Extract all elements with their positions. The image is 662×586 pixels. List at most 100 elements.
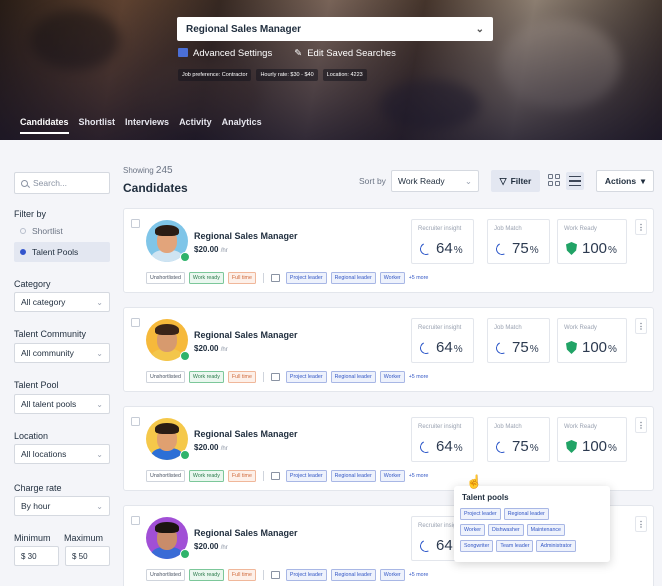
sort-by-label: Sort by — [359, 176, 386, 186]
progress-ring-icon — [494, 438, 510, 455]
more-tags-link[interactable]: +5 more — [409, 374, 429, 380]
image-icon — [270, 274, 280, 282]
pool-tag[interactable]: Administrator — [536, 540, 576, 552]
page-title: Candidates — [123, 181, 188, 195]
metric-unit: % — [608, 244, 617, 256]
actions-button[interactable]: Actions ▾ — [596, 170, 654, 192]
metric-value: 100 — [582, 339, 608, 356]
metric-label: Work Ready — [564, 226, 597, 232]
pool-tag[interactable]: Team leader — [496, 540, 534, 552]
pool-tag[interactable]: Regional leader — [503, 508, 549, 520]
more-tags-link[interactable]: +5 more — [409, 275, 429, 281]
pool-tag[interactable]: Maintenance — [526, 524, 565, 536]
metric-value: 75 — [512, 240, 529, 257]
candidate-card[interactable]: Regional Sales Manager $20.00 /hr Recrui… — [123, 208, 654, 293]
talent-pools-popup: Talent pools Project leader Regional lea… — [454, 486, 610, 562]
candidate-card[interactable]: Regional Sales Manager $20.00 /hr Recrui… — [123, 307, 654, 392]
radio-shortlist[interactable]: Shortlist — [14, 221, 110, 241]
search-icon — [21, 179, 28, 187]
tag-work-ready: Work ready — [188, 272, 224, 284]
tag-full-time: Full time — [227, 272, 256, 284]
tag-work-ready: Work ready — [188, 371, 224, 383]
pool-tag[interactable]: Project leader — [460, 508, 501, 520]
pool-tag[interactable]: Songwriter — [460, 540, 494, 552]
category-select[interactable]: All category ⌄ — [14, 292, 110, 312]
location-select[interactable]: All locations ⌄ — [14, 444, 110, 464]
more-tags-link[interactable]: +5 more — [409, 473, 429, 479]
tag-row: Unshortlisted Work ready Full time Proje… — [146, 272, 428, 284]
edit-saved-searches-link[interactable]: ✎ Edit Saved Searches — [294, 48, 396, 59]
tab-shortlist[interactable]: Shortlist — [79, 117, 116, 134]
metric-label: Recruiter insight — [418, 424, 462, 430]
charge-rate-select[interactable]: By hour ⌄ — [14, 496, 110, 516]
minimum-input[interactable]: $ 30 — [14, 546, 59, 566]
job-select[interactable]: Regional Sales Manager ⌄ — [177, 17, 493, 41]
tag-regional-leader: Regional leader — [330, 470, 376, 482]
metric-unit: % — [453, 442, 463, 454]
recruiter-insight-metric: Recruiter insight 64% — [411, 417, 474, 462]
metric-value: 64 — [436, 537, 453, 554]
more-tags-link[interactable]: +5 more — [409, 572, 429, 578]
chevron-down-icon: ⌄ — [96, 501, 103, 511]
metric-label: Job Match — [494, 325, 522, 331]
maximum-label: Maximum — [64, 533, 104, 543]
sort-value: Work Ready — [398, 176, 445, 186]
tag-row: Unshortlisted Work ready Full time Proje… — [146, 569, 428, 581]
image-icon — [270, 571, 280, 579]
tag-row: Unshortlisted Work ready Full time Proje… — [146, 371, 428, 383]
filter-by-label: Filter by — [14, 209, 47, 219]
radio-talent-pools[interactable]: Talent Pools — [14, 242, 110, 262]
pool-tag[interactable]: Dishwasher — [487, 524, 524, 536]
progress-ring-icon — [494, 339, 510, 356]
candidate-role: Regional Sales Manager — [194, 330, 298, 340]
tag-project-leader: Project leader — [285, 371, 327, 383]
job-match-metric: Job Match 75% — [487, 219, 550, 264]
tag-unshortlisted[interactable]: Unshortlisted — [146, 272, 185, 284]
pool-tag[interactable]: Worker — [460, 524, 485, 536]
metric-unit: % — [608, 442, 617, 454]
tab-interviews[interactable]: Interviews — [125, 117, 169, 134]
metric-value: 75 — [512, 438, 529, 455]
tag-project-leader: Project leader — [285, 272, 327, 284]
select-checkbox[interactable] — [131, 219, 140, 228]
more-options-icon[interactable]: ⋮ — [635, 417, 647, 433]
select-checkbox[interactable] — [131, 516, 140, 525]
caret-down-icon: ▾ — [640, 175, 646, 186]
more-options-icon[interactable]: ⋮ — [635, 219, 647, 235]
talent-pool-select[interactable]: All talent pools ⌄ — [14, 394, 110, 414]
tag-full-time: Full time — [227, 569, 256, 581]
tag-unshortlisted[interactable]: Unshortlisted — [146, 371, 185, 383]
talent-pool-value: All talent pools — [21, 399, 77, 409]
advanced-settings-label: Advanced Settings — [193, 48, 273, 59]
chevron-down-icon: ⌄ — [475, 23, 484, 35]
online-status-dot — [180, 450, 190, 460]
tab-activity[interactable]: Activity — [179, 117, 212, 134]
filter-button[interactable]: ▽ Filter — [491, 170, 540, 192]
list-view-icon[interactable] — [566, 172, 584, 190]
more-options-icon[interactable]: ⋮ — [635, 516, 647, 532]
rate-value: $20.00 — [194, 245, 219, 254]
maximum-input[interactable]: $ 50 — [65, 546, 110, 566]
select-checkbox[interactable] — [131, 318, 140, 327]
talent-community-select[interactable]: All community ⌄ — [14, 343, 110, 363]
radio-dot — [20, 228, 26, 234]
tag-regional-leader: Regional leader — [330, 569, 376, 581]
radio-dot — [20, 249, 26, 255]
grid-view-icon[interactable] — [548, 174, 560, 186]
tab-candidates[interactable]: Candidates — [20, 117, 69, 134]
advanced-settings-link[interactable]: Advanced Settings — [178, 48, 272, 59]
tag-unshortlisted[interactable]: Unshortlisted — [146, 569, 185, 581]
more-options-icon[interactable]: ⋮ — [635, 318, 647, 334]
progress-ring-icon — [418, 240, 434, 257]
tab-analytics[interactable]: Analytics — [222, 117, 262, 134]
progress-ring-icon — [494, 240, 510, 257]
tag-unshortlisted[interactable]: Unshortlisted — [146, 470, 185, 482]
search-input[interactable]: Search... — [14, 172, 110, 194]
category-value: All category — [21, 297, 66, 307]
sort-select[interactable]: Work Ready ⌄ — [391, 170, 479, 192]
metric-unit: % — [453, 244, 463, 256]
tag-regional-leader: Regional leader — [330, 272, 376, 284]
candidate-card[interactable]: Regional Sales Manager $20.00 /hr Recrui… — [123, 406, 654, 491]
candidate-rate: $20.00 /hr — [194, 344, 228, 353]
select-checkbox[interactable] — [131, 417, 140, 426]
